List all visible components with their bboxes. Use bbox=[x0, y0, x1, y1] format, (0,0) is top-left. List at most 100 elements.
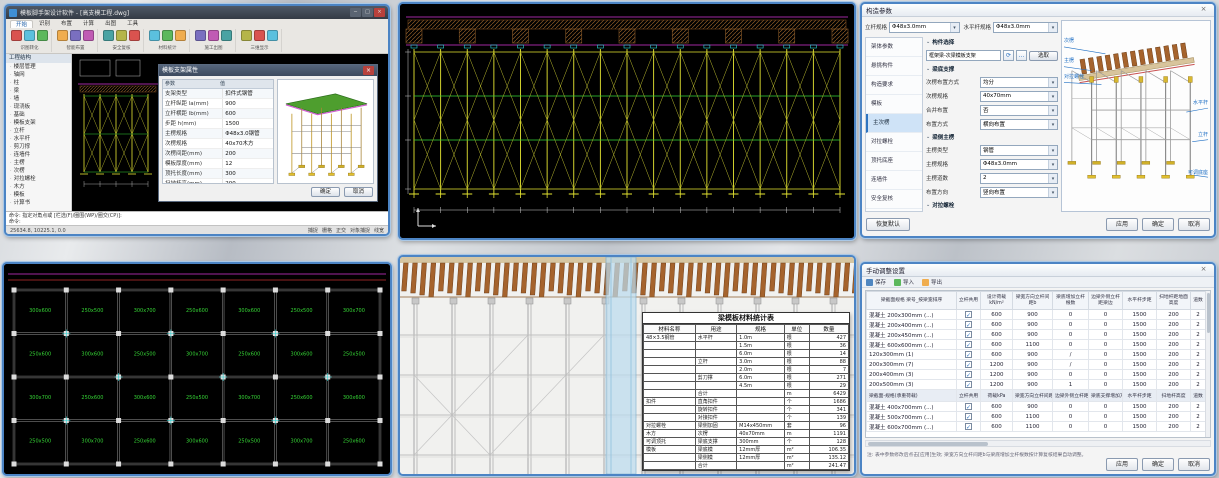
grid-row[interactable]: 混凝土 500x700mm (...)✓60011000015002002 bbox=[867, 412, 1206, 422]
grid-cell[interactable]: 1500 bbox=[1123, 330, 1157, 340]
tree-item[interactable]: ·基础 bbox=[6, 111, 71, 119]
cad-canvas[interactable]: 模板支架属性 × 参数 值 支架类型扣件式钢管立杆纵距 la(mm)900立杆横… bbox=[72, 54, 388, 211]
checkbox[interactable]: ✓ bbox=[965, 321, 972, 328]
preview-3d[interactable] bbox=[277, 79, 374, 184]
grid-cell[interactable]: 1500 bbox=[1123, 422, 1157, 432]
ribbon-icon[interactable] bbox=[11, 30, 22, 41]
tree-item[interactable]: ·柱 bbox=[6, 79, 71, 87]
tree-item[interactable]: ·水平杆 bbox=[6, 135, 71, 143]
grid-cell[interactable]: 1100 bbox=[1013, 422, 1053, 432]
tree-item[interactable]: ·墙 bbox=[6, 95, 71, 103]
grid-cell[interactable]: 0 bbox=[1089, 380, 1123, 390]
grid-cell[interactable]: 200 bbox=[1157, 370, 1191, 380]
ribbon-tab[interactable]: 工具 bbox=[122, 20, 143, 28]
property-value[interactable]: 200 bbox=[222, 179, 273, 184]
grid-row[interactable]: 200x300mm (7)✓1200900/015002002 bbox=[867, 360, 1206, 370]
grid-cell[interactable]: / bbox=[1053, 350, 1089, 360]
ribbon-icon[interactable] bbox=[254, 30, 265, 41]
ribbon-icon[interactable] bbox=[103, 30, 114, 41]
dropdown[interactable]: 40x70mm▾ bbox=[980, 91, 1058, 102]
grid-cell[interactable]: 200 bbox=[1157, 360, 1191, 370]
cancel-button[interactable]: 取消 bbox=[344, 187, 373, 197]
grid-cell[interactable]: 200 bbox=[1157, 380, 1191, 390]
tree-item[interactable]: ·对拉螺栓 bbox=[6, 175, 71, 183]
grid-row[interactable]: 200x500mm (3)✓12009001015002002 bbox=[867, 380, 1206, 390]
checkbox[interactable]: ✓ bbox=[965, 403, 972, 410]
nav-item[interactable]: 模板 bbox=[866, 95, 922, 114]
horizontal-scrollbar[interactable] bbox=[865, 440, 1211, 447]
ribbon-icon[interactable] bbox=[195, 30, 206, 41]
grid-cell[interactable]: 2 bbox=[1191, 422, 1206, 432]
grid-cell[interactable]: 900 bbox=[1013, 370, 1053, 380]
high-formwork-elevation-drawing[interactable] bbox=[400, 4, 854, 238]
grid-cell[interactable]: 600 bbox=[981, 422, 1013, 432]
nav-item[interactable]: 构造要求 bbox=[866, 76, 922, 95]
status-toggle[interactable]: 对象捕捉 bbox=[350, 227, 370, 234]
dropdown[interactable]: 横向布置▾ bbox=[980, 119, 1058, 130]
grid-row[interactable]: 120x300mm (1)✓600900/015002002 bbox=[867, 350, 1206, 360]
toolbar-button[interactable]: 导入 bbox=[894, 278, 914, 286]
grid-cell[interactable]: 2 bbox=[1191, 370, 1206, 380]
grid-cell[interactable]: 1500 bbox=[1123, 350, 1157, 360]
grid-cell[interactable]: 600 bbox=[981, 340, 1013, 350]
cancel-button[interactable]: 取消 bbox=[1178, 218, 1210, 231]
grid-cell[interactable]: 0 bbox=[1089, 422, 1123, 432]
grid-cell[interactable]: 0 bbox=[1053, 330, 1089, 340]
group-header[interactable]: ⌄梁底支撑 bbox=[926, 64, 1058, 74]
ribbon-icon[interactable] bbox=[57, 30, 68, 41]
dialog-titlebar[interactable]: 手动调整设置 × bbox=[862, 264, 1214, 277]
ok-button[interactable]: 确定 bbox=[311, 187, 340, 197]
cancel-button[interactable]: 取消 bbox=[1178, 458, 1210, 471]
tree-item[interactable]: ·梁 bbox=[6, 87, 71, 95]
status-toggle[interactable]: 线宽 bbox=[374, 227, 384, 234]
grid-cell[interactable]: 0 bbox=[1053, 402, 1089, 412]
grid-cell[interactable]: 200 bbox=[1157, 412, 1191, 422]
grid-cell[interactable]: 1500 bbox=[1123, 402, 1157, 412]
close-icon[interactable]: × bbox=[1197, 5, 1210, 15]
status-toggle[interactable]: 正交 bbox=[336, 227, 346, 234]
checkbox[interactable]: ✓ bbox=[965, 351, 972, 358]
property-value[interactable]: 200 bbox=[222, 149, 273, 158]
grid-cell[interactable]: 900 bbox=[1013, 320, 1053, 330]
group-header[interactable]: ⌄对拉螺栓 bbox=[926, 200, 1058, 210]
ribbon-icon[interactable] bbox=[221, 30, 232, 41]
grid-cell[interactable]: 0 bbox=[1089, 330, 1123, 340]
nav-item[interactable]: 顶托底座 bbox=[866, 152, 922, 171]
ribbon-icon[interactable] bbox=[83, 30, 94, 41]
dialog-titlebar[interactable]: 构造参数 × bbox=[862, 4, 1214, 17]
tree-item[interactable]: ·计算书 bbox=[6, 199, 71, 207]
scrollbar-thumb[interactable] bbox=[868, 442, 988, 446]
ribbon-icon[interactable] bbox=[149, 30, 160, 41]
grid-row[interactable]: 混凝土 600x700mm (...)✓60011000015002002 bbox=[867, 422, 1206, 432]
status-toggle[interactable]: 栅格 bbox=[322, 227, 332, 234]
grid-cell[interactable]: 200 bbox=[1157, 422, 1191, 432]
grid-cell[interactable]: 1200 bbox=[981, 370, 1013, 380]
ribbon-tab[interactable]: 出图 bbox=[100, 20, 121, 28]
grid-cell[interactable]: 2 bbox=[1191, 330, 1206, 340]
dropdown[interactable]: Φ48x3.0mm▾ bbox=[980, 159, 1058, 170]
command-line[interactable]: 命令: 指定对角点或 [栏选(F)/圈围(WP)/圈交(CP)]: 命令: bbox=[6, 211, 388, 225]
grid-cell[interactable]: 0 bbox=[1053, 320, 1089, 330]
grid-cell[interactable]: 0 bbox=[1089, 412, 1123, 422]
grid-cell[interactable]: 0 bbox=[1053, 370, 1089, 380]
window-titlebar[interactable]: 模板脚手架设计软件 - [高支模工程.dwg] ─ □ × bbox=[6, 6, 388, 19]
checkbox[interactable]: ✓ bbox=[965, 331, 972, 338]
grid-cell[interactable]: 2 bbox=[1191, 350, 1206, 360]
ribbon-icon[interactable] bbox=[24, 30, 35, 41]
nav-item[interactable]: 架体参数 bbox=[866, 38, 922, 57]
preview-3d[interactable]: 次楞主楞对拉螺栓水平杆立杆可调底座 bbox=[1061, 20, 1211, 212]
ribbon-icon[interactable] bbox=[70, 30, 81, 41]
grid-cell[interactable]: 200 bbox=[1157, 320, 1191, 330]
grid-row[interactable]: 混凝土 200x450mm (...)✓6009000015002002 bbox=[867, 330, 1206, 340]
grid-cell[interactable]: 0 bbox=[1089, 320, 1123, 330]
dropdown[interactable]: 竖向布置▾ bbox=[980, 187, 1058, 198]
tree-item[interactable]: ·次楞 bbox=[6, 167, 71, 175]
grid-cell[interactable]: 1 bbox=[1053, 380, 1089, 390]
dropdown[interactable]: 否▾ bbox=[980, 105, 1058, 116]
grid-cell[interactable]: 600 bbox=[981, 402, 1013, 412]
nav-item[interactable]: 悬挑构件 bbox=[866, 57, 922, 76]
grid-cell[interactable]: 0 bbox=[1053, 340, 1089, 350]
grid-cell[interactable]: 0 bbox=[1089, 310, 1123, 320]
grid-cell[interactable]: 2 bbox=[1191, 320, 1206, 330]
grid-cell[interactable]: 0 bbox=[1053, 412, 1089, 422]
